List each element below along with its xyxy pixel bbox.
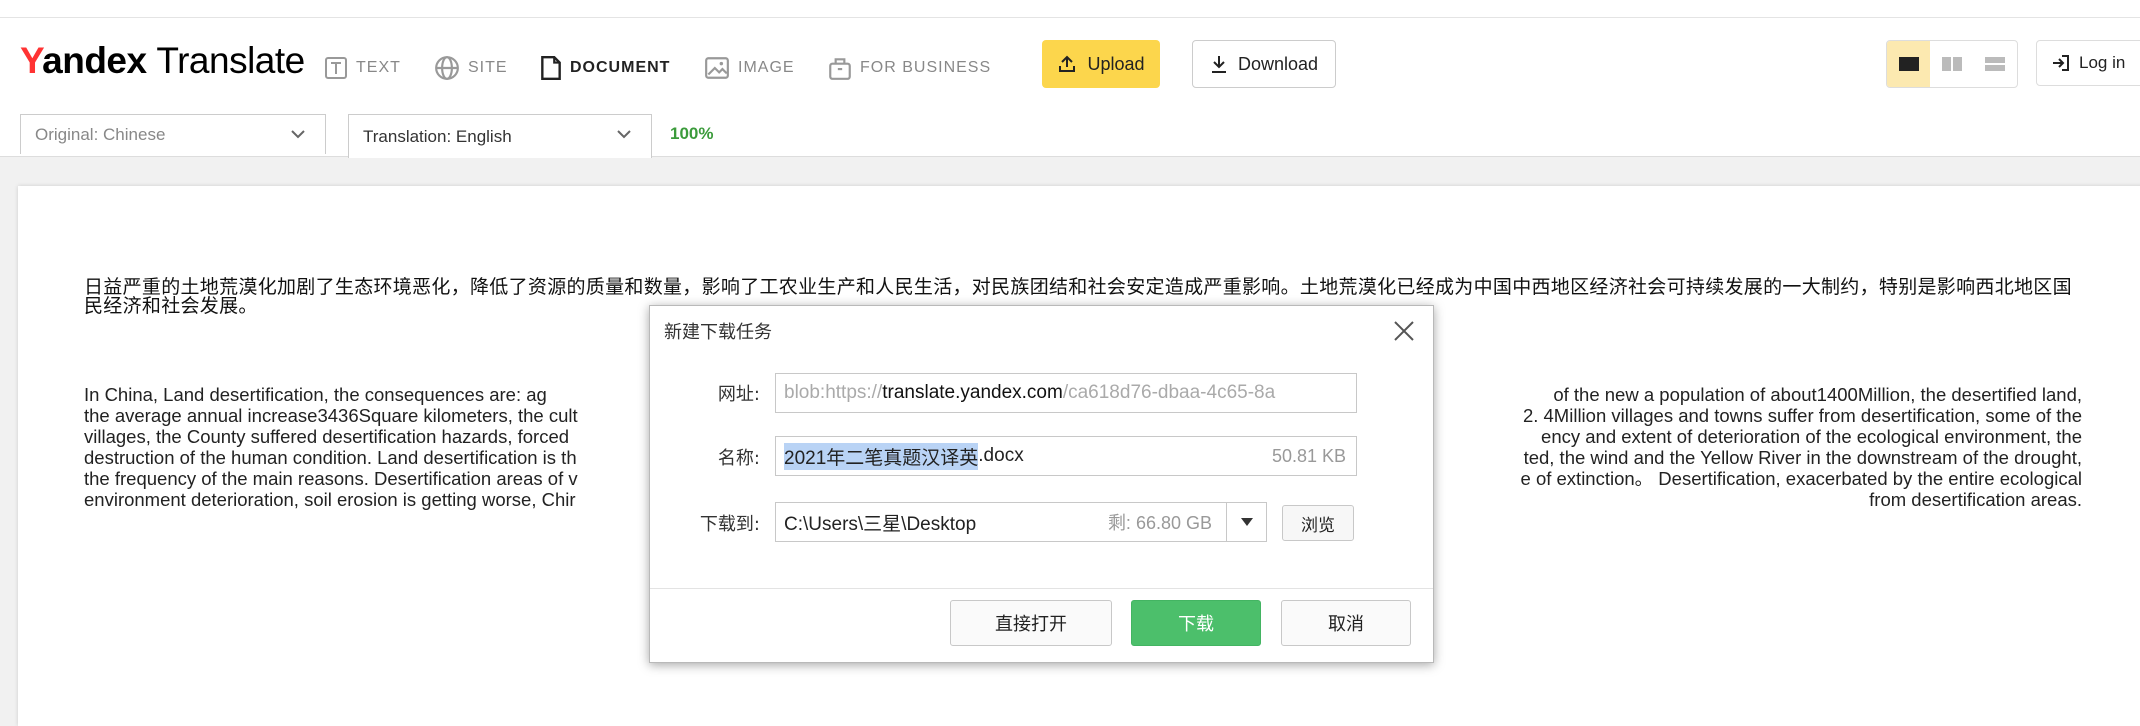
- english-line: ted, the wind and the Yellow River in th…: [1523, 447, 2082, 468]
- login-icon: [2053, 55, 2069, 71]
- url-label: 网址:: [717, 384, 760, 405]
- path-dropdown-button[interactable]: [1227, 502, 1267, 542]
- tab-site[interactable]: SITE: [434, 53, 508, 83]
- document-icon: [541, 55, 561, 81]
- text-icon: [325, 57, 347, 79]
- chevron-down-icon: [291, 130, 305, 139]
- tab-document[interactable]: DOCUMENT: [540, 53, 670, 83]
- dialog-title: 新建下载任务: [664, 322, 772, 343]
- english-line: In China, Land desertification, the cons…: [84, 384, 547, 405]
- download-icon: [1211, 56, 1226, 73]
- tab-text[interactable]: TEXT: [324, 53, 401, 83]
- globe-icon: [435, 56, 459, 80]
- target-language-select[interactable]: Translation: English: [348, 114, 652, 158]
- english-line: of the new a population of about1400Mill…: [1553, 384, 2082, 405]
- view-stacked-icon[interactable]: [1974, 41, 2017, 87]
- dialog-divider: [650, 588, 1433, 589]
- upload-button[interactable]: Upload: [1042, 40, 1160, 88]
- confirm-download-button[interactable]: 下载: [1131, 600, 1261, 646]
- english-line: e of extinction。 Desertification, exacer…: [1520, 468, 2082, 489]
- source-language-select[interactable]: Original: Chinese: [20, 114, 326, 154]
- english-line: destruction of the human condition. Land…: [84, 447, 577, 468]
- yandex-translate-logo[interactable]: Yandex Translate: [20, 40, 305, 82]
- english-line: the frequency of the main reasons. Deser…: [84, 468, 578, 489]
- english-line: ency and extent of deterioration of the …: [1541, 426, 2082, 447]
- language-bar: Original: Chinese Translation: English 1…: [0, 110, 2140, 158]
- view-single-icon[interactable]: [1887, 41, 1931, 87]
- chevron-down-icon: [617, 130, 631, 139]
- tab-for-business[interactable]: FOR BUSINESS: [828, 53, 991, 83]
- image-icon: [705, 57, 729, 79]
- english-line: the average annual increase3436Square ki…: [84, 405, 578, 426]
- view-split-icon[interactable]: [1930, 41, 1973, 87]
- caret-down-icon: [1240, 518, 1253, 526]
- english-line: villages, the County suffered desertific…: [84, 426, 570, 447]
- browse-button[interactable]: 浏览: [1282, 505, 1354, 541]
- briefcase-icon: [829, 58, 851, 80]
- header: Yandex Translate TEXT SITE DOCUMENT IMAG…: [0, 18, 2140, 110]
- url-field[interactable]: blob:https://translate.yandex.com/ca618d…: [775, 373, 1357, 413]
- english-line: environment deterioration, soil erosion …: [84, 489, 576, 510]
- view-mode-switch: [1886, 40, 2018, 88]
- upload-icon: [1059, 55, 1076, 72]
- close-icon[interactable]: [1391, 318, 1417, 344]
- top-strip: [0, 0, 2140, 18]
- free-space: 剩: 66.80 GB: [1107, 513, 1212, 533]
- save-to-label: 下载到:: [699, 514, 760, 535]
- save-path-field[interactable]: C:\Users\三星\Desktop 剩: 66.80 GB: [775, 502, 1227, 542]
- open-directly-button[interactable]: 直接打开: [950, 600, 1112, 646]
- download-button[interactable]: Download: [1192, 40, 1336, 88]
- english-line: from desertification areas.: [1869, 489, 2082, 510]
- translation-progress: 100%: [670, 124, 714, 143]
- new-download-dialog: 新建下载任务 网址: blob:https://translate.yandex…: [649, 305, 1434, 663]
- filename-field[interactable]: 2021年二笔真题汉译英 .docx 50.81 KB: [775, 436, 1357, 476]
- file-size: 50.81 KB: [1271, 445, 1346, 466]
- name-label: 名称:: [717, 448, 760, 469]
- cancel-button[interactable]: 取消: [1281, 600, 1411, 646]
- tab-image[interactable]: IMAGE: [704, 53, 795, 83]
- english-line: 2. 4Million villages and towns suffer fr…: [1522, 405, 2082, 426]
- login-button[interactable]: Log in: [2036, 40, 2140, 86]
